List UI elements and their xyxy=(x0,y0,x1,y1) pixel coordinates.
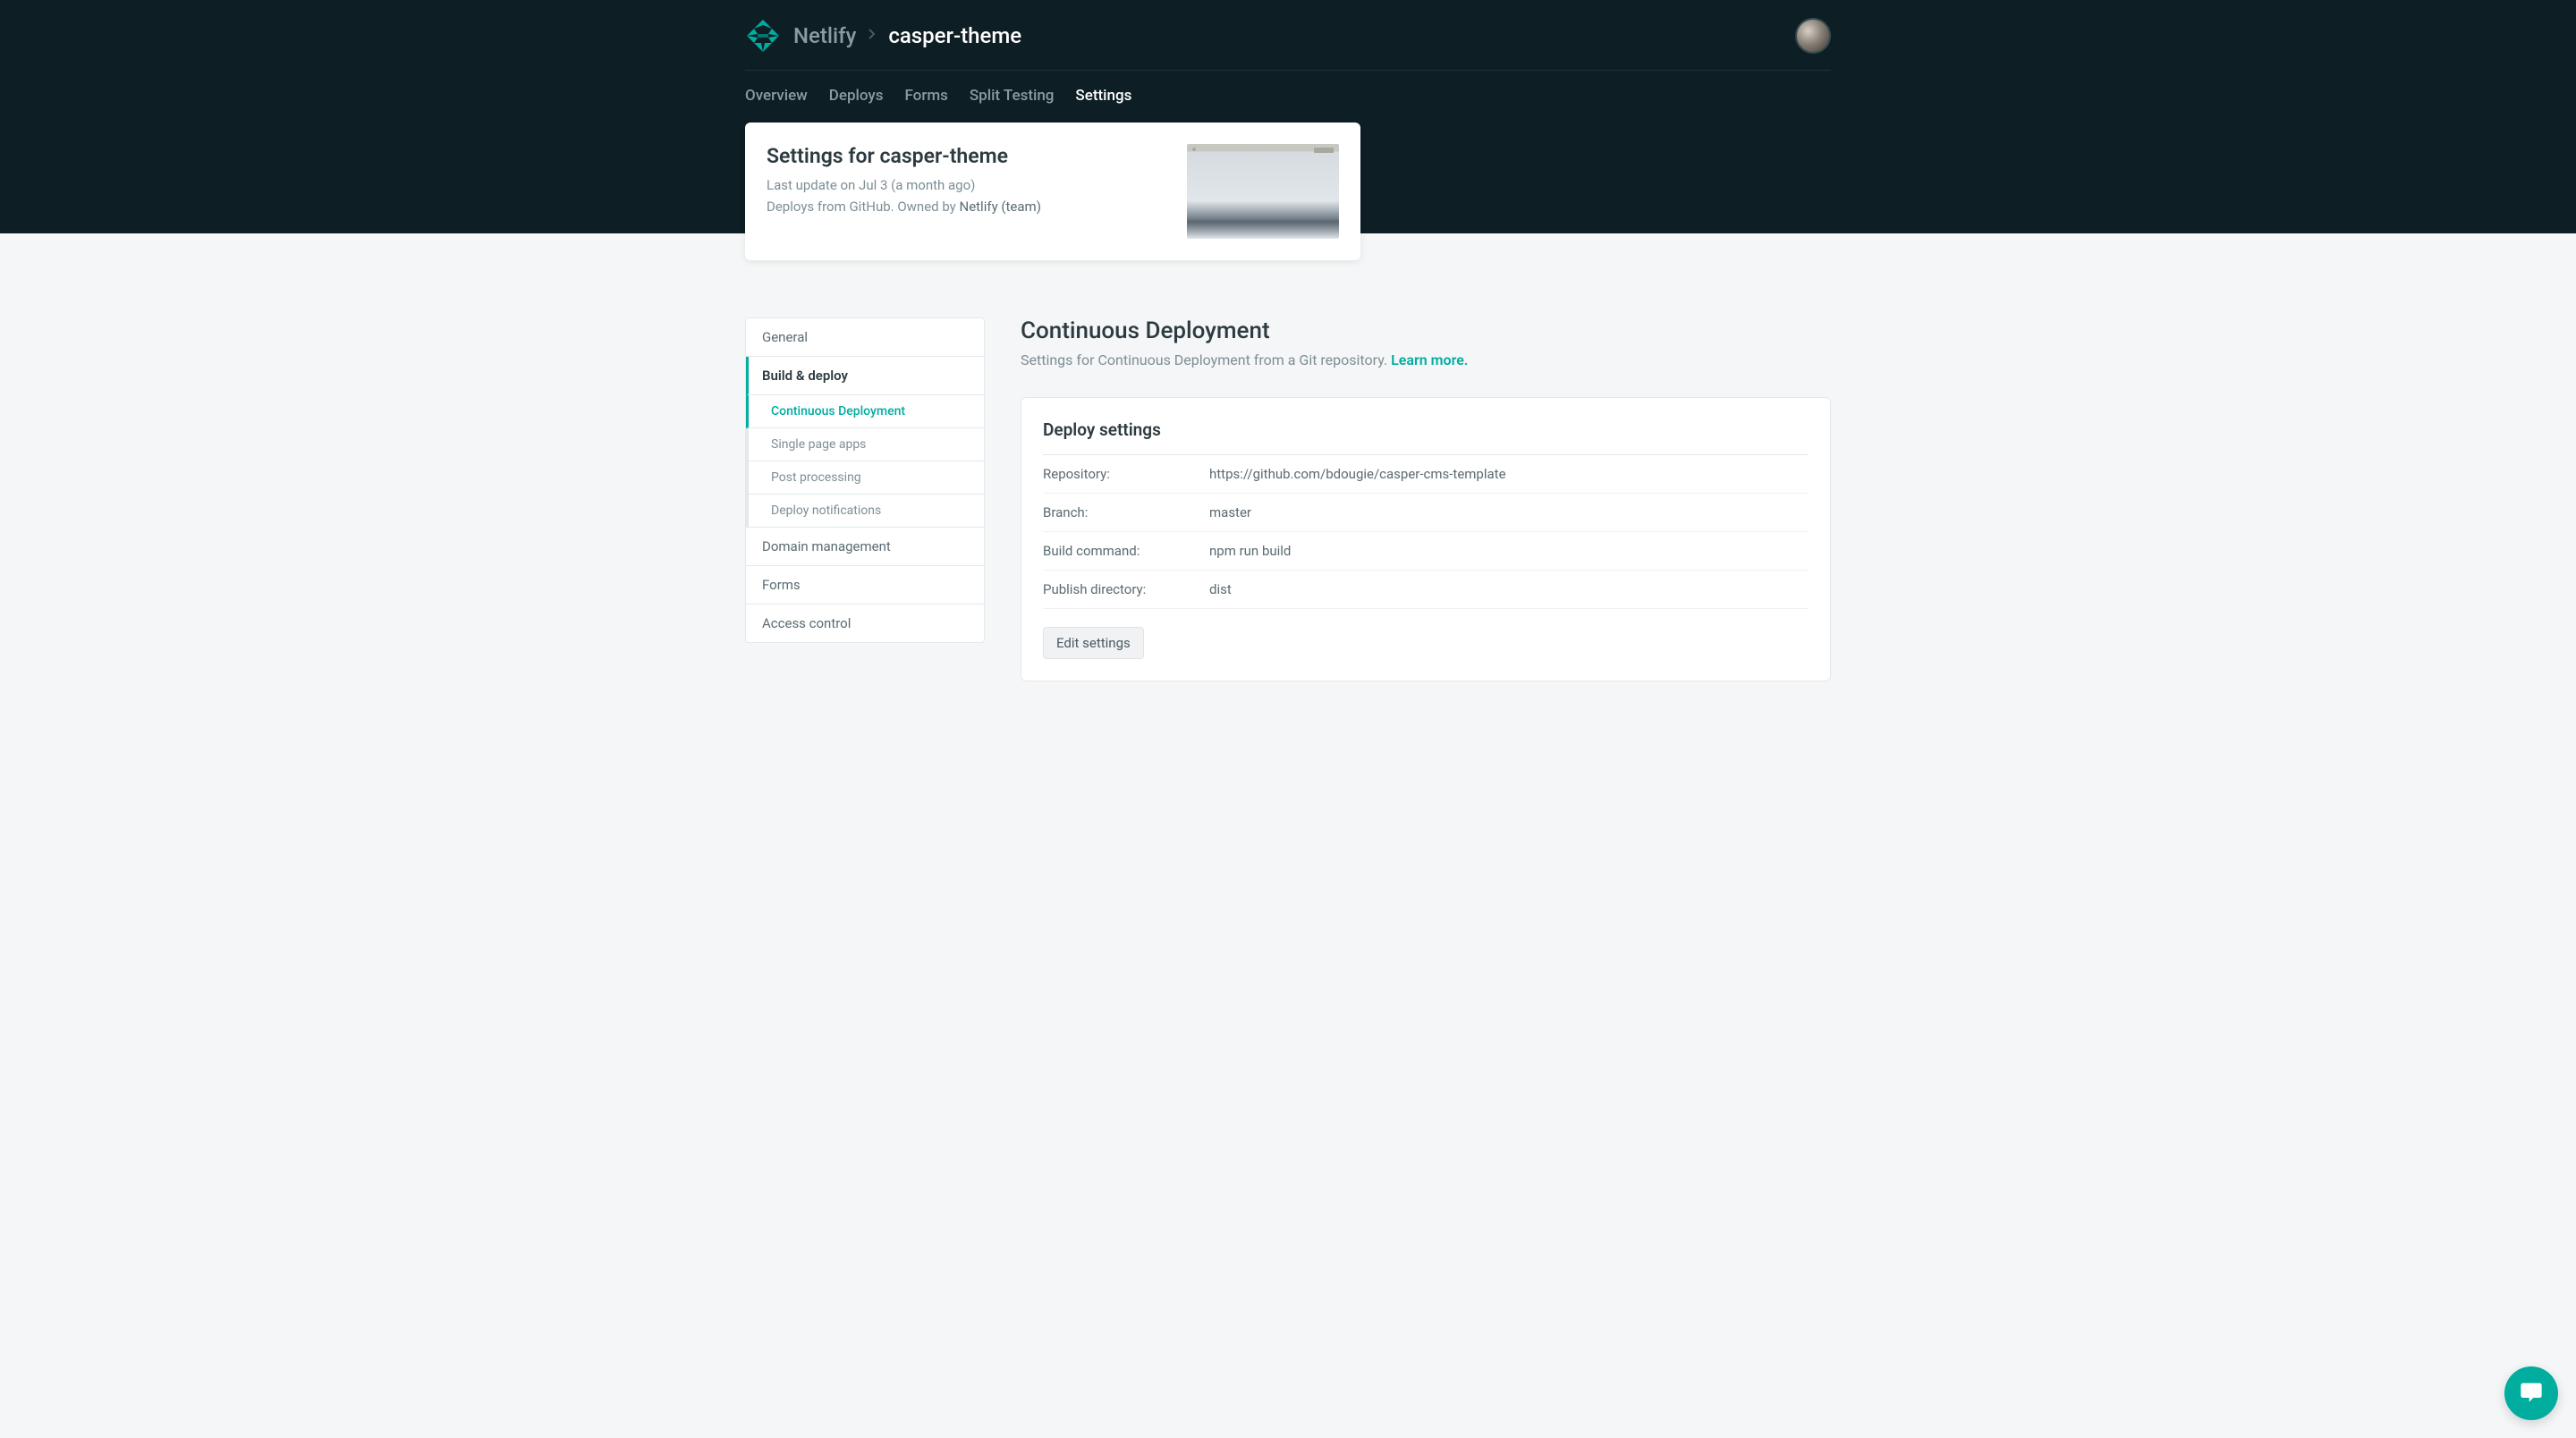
tab-forms[interactable]: Forms xyxy=(904,71,947,123)
setting-value: dist xyxy=(1209,581,1232,597)
site-thumbnail[interactable] xyxy=(1187,144,1339,239)
setting-row-branch: Branch: master xyxy=(1043,494,1809,532)
chat-icon xyxy=(2519,1379,2544,1408)
deploy-settings-panel: Deploy settings Repository: https://gith… xyxy=(1021,397,1831,681)
sidebar-item-forms[interactable]: Forms xyxy=(746,566,984,605)
breadcrumb-root[interactable]: Netlify xyxy=(793,23,856,48)
breadcrumb: Netlify casper-theme xyxy=(745,18,1021,54)
section-title: Continuous Deployment xyxy=(1021,317,1831,344)
setting-label: Build command: xyxy=(1043,543,1209,559)
page-title: Settings for casper-theme xyxy=(767,144,1165,168)
breadcrumb-current: casper-theme xyxy=(888,23,1021,48)
sidebar-sub-single-page-apps[interactable]: Single page apps xyxy=(746,428,984,461)
setting-label: Publish directory: xyxy=(1043,581,1209,597)
section-description: Settings for Continuous Deployment from … xyxy=(1021,351,1831,368)
tabs: Overview Deploys Forms Split Testing Set… xyxy=(745,70,1831,123)
settings-sidebar: General Build & deploy Continuous Deploy… xyxy=(745,317,985,643)
setting-value: npm run build xyxy=(1209,543,1291,559)
avatar[interactable] xyxy=(1795,18,1831,54)
chevron-right-icon xyxy=(869,29,876,43)
setting-value: https://github.com/bdougie/casper-cms-te… xyxy=(1209,466,1506,482)
deploy-source-text: Deploys from GitHub. Owned by Netlify (t… xyxy=(767,199,1165,215)
setting-label: Branch: xyxy=(1043,504,1209,520)
last-update-text: Last update on Jul 3 (a month ago) xyxy=(767,177,1165,193)
tab-overview[interactable]: Overview xyxy=(745,71,808,123)
setting-label: Repository: xyxy=(1043,466,1209,482)
sidebar-sub-continuous-deployment[interactable]: Continuous Deployment xyxy=(746,395,984,428)
github-link[interactable]: GitHub xyxy=(849,199,890,215)
setting-row-publish-directory: Publish directory: dist xyxy=(1043,571,1809,609)
setting-value: master xyxy=(1209,504,1251,520)
sidebar-sub-deploy-notifications[interactable]: Deploy notifications xyxy=(746,495,984,528)
chat-widget-button[interactable] xyxy=(2504,1366,2558,1420)
sidebar-item-build-deploy[interactable]: Build & deploy xyxy=(746,357,984,395)
panel-title: Deploy settings xyxy=(1043,419,1809,455)
setting-row-repository: Repository: https://github.com/bdougie/c… xyxy=(1043,455,1809,494)
site-summary-card: Settings for casper-theme Last update on… xyxy=(745,123,1360,260)
owner-link[interactable]: Netlify (team) xyxy=(960,199,1041,215)
tab-settings[interactable]: Settings xyxy=(1075,71,1131,123)
tab-split-testing[interactable]: Split Testing xyxy=(970,71,1055,123)
netlify-logo-icon[interactable] xyxy=(745,18,781,54)
sidebar-sub-post-processing[interactable]: Post processing xyxy=(746,461,984,495)
sidebar-item-general[interactable]: General xyxy=(746,318,984,357)
tab-deploys[interactable]: Deploys xyxy=(829,71,884,123)
learn-more-link[interactable]: Learn more. xyxy=(1391,351,1468,368)
sidebar-item-domain-management[interactable]: Domain management xyxy=(746,528,984,566)
setting-row-build-command: Build command: npm run build xyxy=(1043,532,1809,571)
sidebar-item-access-control[interactable]: Access control xyxy=(746,605,984,642)
edit-settings-button[interactable]: Edit settings xyxy=(1043,627,1144,659)
